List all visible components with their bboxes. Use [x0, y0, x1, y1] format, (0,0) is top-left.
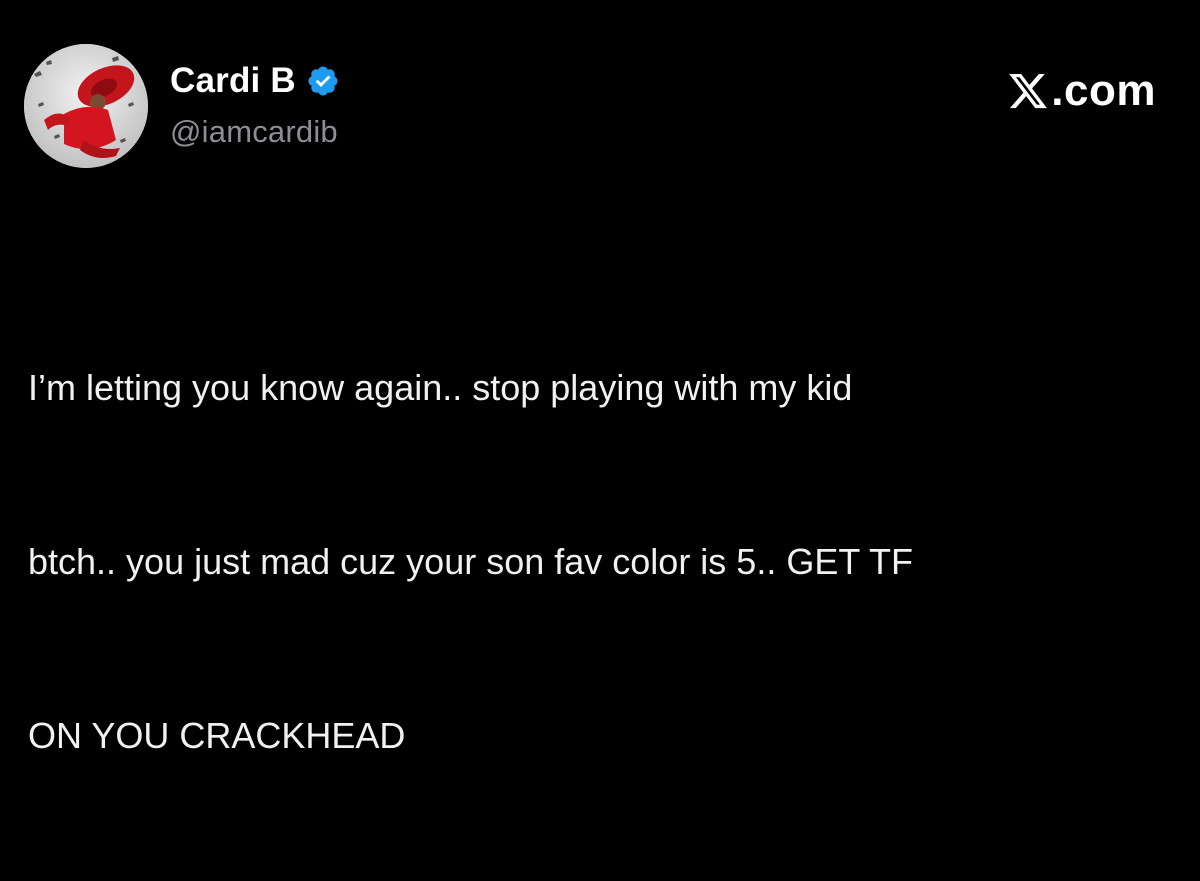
name-row: Cardi B — [170, 58, 340, 104]
brand-text: .com — [1051, 66, 1156, 115]
avatar-image — [24, 44, 148, 168]
author-info: Cardi B @iamcardib — [170, 58, 340, 150]
tweet-text-line: I’m letting you know again.. stop playin… — [28, 367, 853, 408]
tweet-text-line: ON YOU CRACKHEAD — [28, 715, 406, 756]
tweet-text-line: btch.. you just mad cuz your son fav col… — [28, 541, 914, 582]
avatar[interactable] — [24, 44, 148, 168]
tweet-text: I’m letting you know again.. stop playin… — [28, 243, 1148, 881]
user-handle[interactable]: @iamcardib — [170, 114, 340, 150]
x-logo-icon — [1007, 70, 1049, 112]
display-name[interactable]: Cardi B — [170, 61, 296, 101]
verified-badge-icon — [306, 64, 340, 98]
brand-watermark: .com — [1007, 66, 1156, 116]
tweet-card: Cardi B @iamcardib .com I’m letting you … — [0, 0, 1200, 756]
